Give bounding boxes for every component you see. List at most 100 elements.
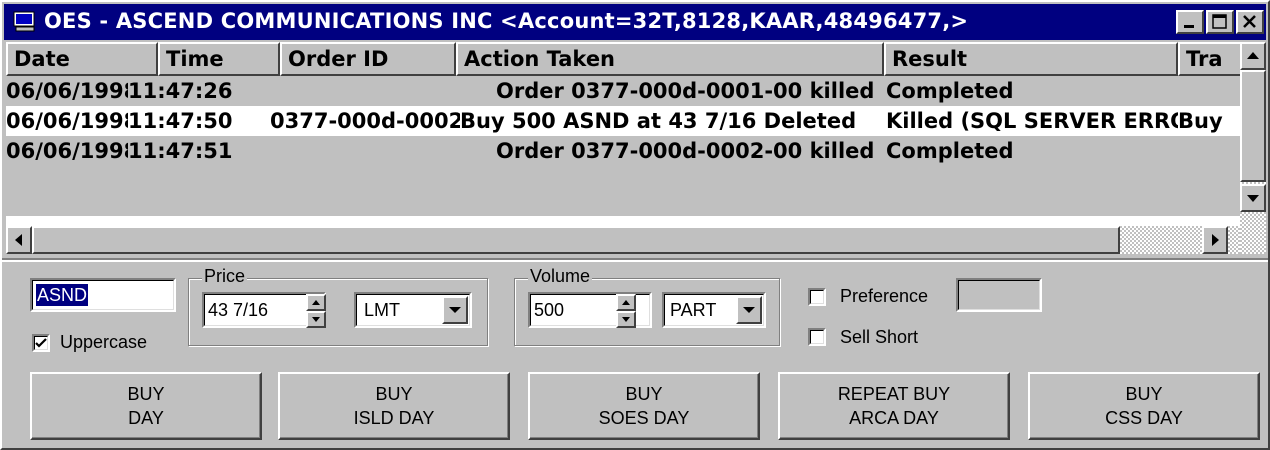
price-spin-down[interactable]: [306, 311, 326, 328]
horizontal-scrollbar[interactable]: [6, 226, 1240, 254]
button-line1: BUY: [375, 384, 413, 404]
scroll-down-button[interactable]: [1240, 184, 1266, 212]
close-icon: [1243, 15, 1256, 28]
checkmark-icon: [35, 338, 47, 348]
scroll-right-button[interactable]: [1202, 226, 1228, 254]
arrow-up-icon: [1247, 52, 1259, 59]
price-spin-up[interactable]: [306, 294, 326, 311]
maximize-button[interactable]: [1206, 10, 1234, 34]
volume-value: 500: [534, 300, 565, 320]
price-spinner[interactable]: [306, 294, 326, 328]
buy-day-button[interactable]: BUY DAY: [30, 372, 262, 440]
table-row[interactable]: 06/06/1998 11:47:51 Order 0377-000d-0002…: [6, 136, 1244, 166]
symbol-input[interactable]: ASND: [30, 278, 176, 312]
price-type-value: LMT: [364, 300, 400, 320]
column-header-action-taken[interactable]: Action Taken: [456, 42, 884, 76]
buy-soes-day-button[interactable]: BUY SOES DAY: [528, 372, 760, 440]
repeat-buy-arca-day-button[interactable]: REPEAT BUY ARCA DAY: [778, 372, 1010, 440]
volume-type-value: PART: [670, 300, 717, 320]
uppercase-label: Uppercase: [60, 332, 148, 352]
cell-action: Buy 500 ASND at 43 7/16 Deleted: [460, 109, 857, 133]
button-line1: BUY: [127, 384, 165, 404]
cell-time: 11:47:50: [128, 109, 233, 133]
maximize-icon: [1212, 14, 1227, 29]
preference-label: Preference: [840, 286, 929, 306]
spin-up-icon: [312, 300, 320, 305]
close-button[interactable]: [1236, 10, 1264, 34]
cell-order-id: [270, 136, 450, 166]
scroll-left-button[interactable]: [6, 226, 32, 254]
price-value: 43 7/16: [208, 300, 269, 320]
vertical-scroll-thumb[interactable]: [1240, 70, 1266, 182]
column-header-tra[interactable]: Tra: [1178, 42, 1244, 76]
app-icon: [13, 11, 35, 32]
cell-time: 11:47:51: [128, 139, 233, 163]
price-group-label: Price: [202, 266, 248, 287]
oes-window: OES - ASCEND COMMUNICATIONS INC <Account…: [0, 0, 1270, 450]
cell-extra: [1178, 136, 1244, 166]
panel-divider: [2, 258, 1268, 262]
cell-result: Completed: [886, 139, 1014, 163]
button-line1: REPEAT BUY: [837, 384, 951, 404]
grid-empty-area: [6, 166, 1244, 216]
preference-input[interactable]: [956, 278, 1042, 312]
buy-css-day-button[interactable]: BUY CSS DAY: [1028, 372, 1260, 440]
chevron-down-icon: [449, 307, 461, 313]
spin-up-icon: [622, 300, 630, 305]
cell-date: 06/06/1998: [6, 139, 128, 163]
cell-date: 06/06/1998: [6, 79, 128, 103]
spin-down-icon: [312, 317, 320, 322]
chevron-down-icon: [743, 307, 755, 313]
cell-extra: [1178, 76, 1244, 106]
column-header-result[interactable]: Result: [884, 42, 1178, 76]
vertical-scrollbar[interactable]: [1240, 42, 1266, 254]
table-row[interactable]: 06/06/1998 11:47:50 0377-000d-0002-00 Bu…: [6, 106, 1244, 136]
button-line1: BUY: [1125, 384, 1163, 404]
volume-spin-up[interactable]: [616, 294, 636, 311]
volume-type-select[interactable]: PART: [662, 292, 766, 328]
column-header-date[interactable]: Date: [6, 42, 158, 76]
horizontal-scroll-thumb[interactable]: [32, 226, 1120, 254]
arrow-left-icon: [15, 234, 22, 246]
grid-header: Date Time Order ID Action Taken Result T…: [6, 42, 1244, 76]
button-line2: CSS DAY: [1105, 408, 1183, 428]
sell-short-checkbox[interactable]: [808, 328, 826, 346]
scroll-up-button[interactable]: [1240, 42, 1266, 70]
window-title: OES - ASCEND COMMUNICATIONS INC <Account…: [44, 9, 969, 33]
cell-action: Order 0377-000d-0002-00 killed: [496, 139, 875, 163]
button-line2: DAY: [128, 408, 164, 428]
price-type-select[interactable]: LMT: [354, 292, 472, 328]
cell-result: Completed: [886, 79, 1014, 103]
column-header-time[interactable]: Time: [158, 42, 280, 76]
volume-spin-down[interactable]: [616, 311, 636, 328]
cell-order-id: [270, 76, 450, 106]
cell-result: Killed (SQL SERVER ERROR): [886, 109, 1178, 133]
cell-extra: Buy: [1178, 109, 1223, 133]
volume-group-label: Volume: [528, 266, 593, 287]
cell-time: 11:47:26: [128, 79, 233, 103]
price-type-dropdown-button[interactable]: [442, 296, 468, 324]
button-line1: BUY: [625, 384, 663, 404]
column-header-order-id[interactable]: Order ID: [280, 42, 456, 76]
minimize-icon: [1184, 25, 1194, 28]
minimize-button[interactable]: [1176, 10, 1204, 34]
table-row[interactable]: 06/06/1998 11:47:26 Order 0377-000d-0001…: [6, 76, 1244, 106]
title-bar[interactable]: OES - ASCEND COMMUNICATIONS INC <Account…: [4, 4, 1266, 40]
button-line2: ARCA DAY: [849, 408, 939, 428]
symbol-value: ASND: [36, 284, 89, 306]
spin-down-icon: [622, 317, 630, 322]
arrow-right-icon: [1212, 234, 1219, 246]
volume-spinner[interactable]: [616, 294, 636, 328]
buy-isld-day-button[interactable]: BUY ISLD DAY: [278, 372, 510, 440]
arrow-down-icon: [1247, 195, 1259, 202]
preference-checkbox[interactable]: [808, 288, 826, 306]
order-log-grid[interactable]: Date Time Order ID Action Taken Result T…: [6, 42, 1244, 254]
button-line2: SOES DAY: [598, 408, 690, 428]
cell-action: Order 0377-000d-0001-00 killed: [496, 79, 875, 103]
cell-date: 06/06/1998: [6, 109, 128, 133]
sell-short-label: Sell Short: [840, 327, 919, 347]
button-line2: ISLD DAY: [353, 408, 435, 428]
uppercase-checkbox[interactable]: [32, 334, 50, 352]
volume-type-dropdown-button[interactable]: [736, 296, 762, 324]
cell-order-id: 0377-000d-0002-00: [270, 109, 460, 133]
